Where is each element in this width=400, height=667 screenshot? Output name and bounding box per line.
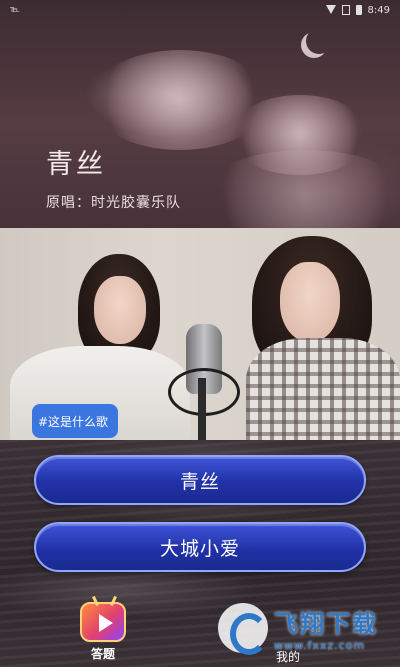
song-artist: 原唱：时光胶囊乐队: [46, 195, 181, 211]
watermark-name: 飞翔下载: [274, 610, 378, 638]
moon-icon: [306, 28, 332, 54]
wifi-icon: [325, 5, 336, 15]
answer-button-2[interactable]: 大城小爱: [34, 522, 366, 572]
question-chip: #这是什么歌: [32, 404, 118, 438]
face: [280, 262, 340, 342]
mic-stand: [198, 378, 206, 440]
battery-icon: [355, 5, 362, 15]
song-title: 青丝: [46, 149, 106, 180]
cloud-decoration: [200, 150, 400, 228]
shirt: [246, 338, 400, 440]
carrier-text: ℡: [10, 5, 20, 15]
site-logo-icon: [218, 603, 268, 655]
play-icon: [80, 595, 126, 642]
nav-mine[interactable]: 我的: [276, 648, 300, 665]
answer-button-1[interactable]: 青丝: [34, 455, 366, 505]
nav-quiz[interactable]: 答题: [76, 595, 130, 664]
nav-quiz-label: 答题: [90, 647, 115, 661]
clock-text: 8:49: [367, 4, 390, 16]
status-bar: ℡ 8:49: [0, 0, 400, 20]
sim-icon: [341, 5, 350, 15]
song-banner: ℡ 8:49 青丝 原唱：时光胶囊乐队: [0, 0, 400, 228]
face: [94, 276, 146, 344]
watermark-logo: 飞翔下载 www.fxxz.com: [218, 602, 390, 655]
